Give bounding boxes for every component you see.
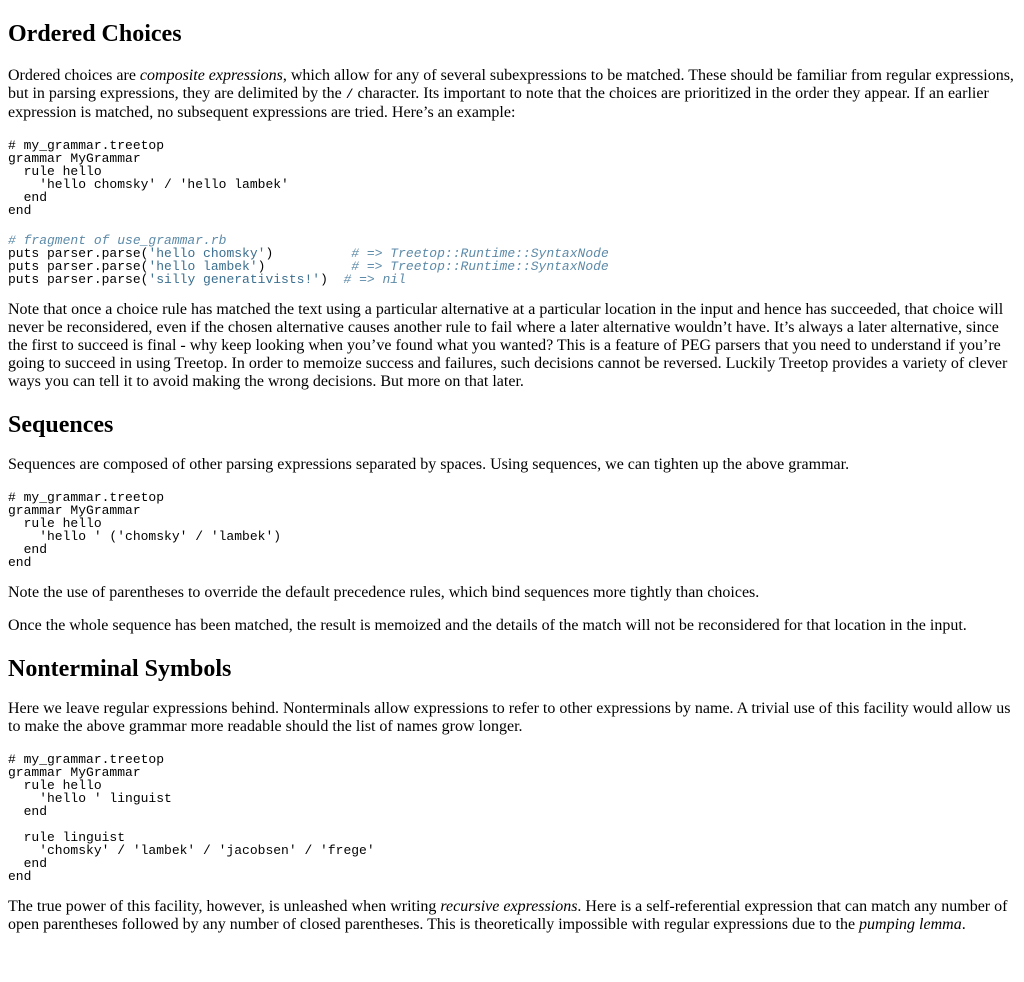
text-run: The true power of this facility, however…	[8, 898, 441, 915]
heading-nonterminal-symbols: Nonterminal Symbols	[8, 656, 232, 682]
paragraph-ordered-intro: Ordered choices are composite expression…	[8, 67, 1016, 122]
emphasis-composite-expressions: composite expressions	[139, 67, 283, 84]
paragraph-sequences-memoized: Once the whole sequence has been matched…	[8, 617, 967, 634]
paragraph-sequences-precedence: Note the use of parentheses to override …	[8, 584, 760, 601]
code-line: end	[8, 804, 48, 819]
emphasis-pumping-lemma: pumping lemma	[859, 916, 962, 933]
code-line: 'hello ' ('chomsky' / 'lambek')	[8, 529, 282, 544]
code-line: 'chomsky' / 'lambek' / 'jacobsen' / 'fre…	[8, 843, 375, 858]
heading-sequences: Sequences	[8, 412, 114, 438]
code-block-my-grammar-1: # my_grammar.treetop grammar MyGrammar r…	[8, 139, 1016, 217]
text-run: Ordered choices are	[8, 67, 140, 84]
paragraph-sequences-intro: Sequences are composed of other parsing …	[8, 456, 850, 473]
code-prefix: puts parser.parse(	[8, 272, 149, 287]
paragraph-ordered-note: Note that once a choice rule has matched…	[8, 301, 1008, 390]
inline-code-slash: /	[345, 87, 354, 102]
text-run: .	[961, 916, 966, 933]
emphasis-recursive-expressions: recursive expressions	[440, 898, 578, 915]
paragraph-nonterminal-intro: Here we leave regular expressions behind…	[8, 700, 1011, 735]
code-block-use-grammar: # fragment of use_grammar.rb puts parser…	[8, 234, 1016, 286]
code-string: 'silly generativists!'	[148, 272, 321, 287]
code-line: end	[8, 869, 32, 884]
code-line: 'hello chomsky' / 'hello lambek'	[8, 177, 289, 192]
code-line: end	[8, 555, 32, 570]
code-line: end	[8, 203, 32, 218]
paragraph-nonterminal-power: The true power of this facility, however…	[8, 898, 1016, 934]
document-page: Ordered Choices Ordered choices are comp…	[0, 20, 1024, 934]
code-suffix: )	[320, 272, 344, 287]
code-block-my-grammar-3: # my_grammar.treetop grammar MyGrammar r…	[8, 753, 1016, 883]
heading-ordered-choices: Ordered Choices	[8, 21, 182, 47]
code-block-my-grammar-2: # my_grammar.treetop grammar MyGrammar r…	[8, 491, 1016, 569]
code-result-comment: # => nil	[343, 272, 406, 287]
